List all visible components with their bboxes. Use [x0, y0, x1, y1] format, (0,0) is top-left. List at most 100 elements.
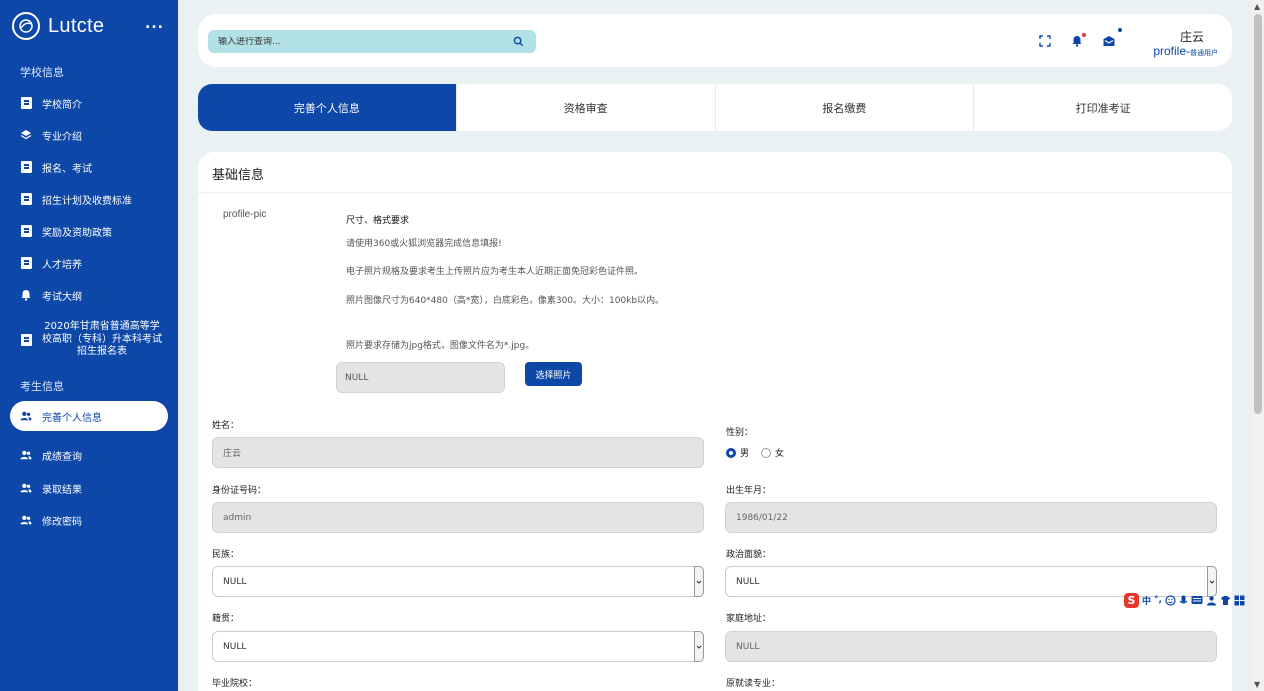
sogou-logo-icon[interactable]: S	[1124, 593, 1139, 608]
page-scrollbar[interactable]: ▲ ▼	[1252, 0, 1264, 691]
brand[interactable]: Lutcte	[12, 12, 104, 40]
scroll-down-icon[interactable]: ▼	[1254, 680, 1260, 689]
birth-date-label: 出生年月：	[726, 483, 771, 496]
sidebar-item-exam-outline[interactable]: 考试大纲	[10, 280, 168, 310]
home-address-label: 家庭地址：	[726, 611, 771, 624]
chevron-down-icon[interactable]	[694, 566, 704, 597]
users-icon	[20, 410, 32, 422]
gender-male-label: 男	[740, 446, 749, 459]
mail-dot	[1118, 28, 1122, 32]
search-input[interactable]	[218, 37, 508, 47]
more-menu-icon[interactable]: ...	[145, 16, 164, 32]
sidebar-item-label: 招生计划及收费标准	[42, 192, 132, 207]
birth-date-field[interactable]: 1986/01/22	[725, 502, 1217, 533]
sidebar-item-score-query[interactable]: 成绩查询	[10, 440, 168, 470]
gender-female-label: 女	[775, 446, 784, 459]
sidebar-item-talent-training[interactable]: 人才培养	[10, 248, 168, 278]
requirement-line: 照片图像尺寸为640*480（高*宽），白底彩色，像素300。大小：100kb以…	[346, 293, 676, 310]
emoji-icon[interactable]	[1165, 595, 1176, 606]
graduate-school-label: 毕业院校：	[212, 676, 257, 689]
requirement-line: 请使用360或火狐浏览器完成信息填报!	[346, 236, 686, 253]
native-place-select[interactable]: NULL	[212, 631, 704, 662]
tab-qualification-review[interactable]: 资格审查	[457, 84, 716, 131]
layers-icon	[20, 129, 32, 141]
card-title: 基础信息	[212, 164, 264, 183]
original-major-label: 原就读专业：	[726, 676, 780, 689]
sidebar-item-label: 人才培养	[42, 256, 82, 271]
political-status-value: NULL	[736, 577, 759, 587]
bell-icon	[20, 289, 32, 301]
sidebar-item-enrollment-plan[interactable]: 招生计划及收费标准	[10, 184, 168, 214]
microphone-icon[interactable]	[1179, 595, 1188, 606]
gender-female-radio[interactable]	[761, 448, 771, 458]
id-number-field[interactable]: admin	[212, 502, 704, 533]
ime-toolbar[interactable]: S 中 °,	[1124, 592, 1264, 608]
home-address-field[interactable]: NULL	[725, 631, 1217, 662]
sidebar-item-label: 修改密码	[42, 513, 82, 528]
sidebar-item-scholarship[interactable]: 奖励及资助政策	[10, 216, 168, 246]
search-icon[interactable]	[513, 36, 524, 47]
ime-punctuation[interactable]: °,	[1154, 595, 1162, 605]
ethnicity-value: NULL	[223, 577, 246, 587]
ethnicity-select[interactable]: NULL	[212, 566, 704, 597]
sidebar-item-label: 完善个人信息	[42, 409, 102, 424]
sidebar-item-label: 专业介绍	[42, 128, 82, 143]
gender-male-radio[interactable]	[726, 448, 736, 458]
sidebar-item-label: 录取结果	[42, 481, 82, 496]
chevron-down-icon[interactable]	[694, 631, 704, 662]
basic-info-card: 基础信息 profile-pic 尺寸、格式要求 请使用360或火狐浏览器完成信…	[198, 152, 1232, 691]
gender-radio-group: 男 女	[726, 446, 796, 459]
name-label: 姓名：	[212, 418, 239, 431]
tab-complete-info[interactable]: 完善个人信息	[198, 84, 457, 131]
fullscreen-icon[interactable]	[1038, 34, 1052, 48]
brand-logo-icon	[12, 12, 40, 40]
political-status-label: 政治面貌：	[726, 547, 771, 560]
user-role-label: 普通用户	[1190, 49, 1218, 57]
user-icon[interactable]	[1206, 595, 1217, 606]
native-place-label: 籍贯：	[212, 611, 239, 624]
sidebar-item-label: 奖励及资助政策	[42, 224, 112, 239]
sidebar-item-school-intro[interactable]: 学校简介	[10, 88, 168, 118]
gender-label: 性别：	[726, 425, 753, 438]
name-field[interactable]: 庄云	[212, 437, 704, 468]
tab-print-admission-ticket[interactable]: 打印准考证	[974, 84, 1232, 131]
user-name[interactable]: 庄云	[1180, 28, 1204, 45]
sidebar-item-admission-result[interactable]: 录取结果	[10, 473, 168, 503]
sidebar-item-registration-exam[interactable]: 报名、考试	[10, 152, 168, 182]
search-box	[208, 30, 536, 53]
user-role-prefix: profile-	[1153, 44, 1190, 58]
profile-pic: profile-pic	[223, 209, 266, 220]
requirement-line: 照片要求存储为jpg格式，图像文件名为*.jpg。	[346, 338, 686, 355]
ethnicity-label: 民族：	[212, 547, 239, 560]
toolbox-icon[interactable]	[1234, 595, 1245, 606]
document-icon	[20, 257, 32, 269]
scroll-thumb[interactable]	[1254, 14, 1262, 414]
native-place-value: NULL	[223, 642, 246, 652]
keyboard-icon[interactable]	[1191, 595, 1203, 605]
sidebar-item-label: 成绩查询	[42, 448, 82, 463]
document-icon	[20, 161, 32, 173]
sidebar-item-label: 学校简介	[42, 96, 82, 111]
divider	[198, 192, 1232, 193]
brand-name: Lutcte	[48, 15, 104, 38]
users-icon	[20, 482, 32, 494]
skin-icon[interactable]	[1220, 595, 1231, 606]
tab-payment[interactable]: 报名缴费	[716, 84, 975, 131]
sidebar: Lutcte ... 学校信息 学校简介 专业介绍 报名、考试 招生计划及收费标…	[0, 0, 178, 691]
sidebar-item-label: 考试大纲	[42, 288, 82, 303]
sidebar-item-registration-form[interactable]: 2020年甘肃省普通高等学校高职（专科）升本科考试招生报名表	[10, 318, 168, 362]
mail-icon[interactable]	[1102, 34, 1116, 48]
ime-mode[interactable]: 中	[1142, 594, 1151, 607]
choose-photo-button[interactable]: 选择照片	[525, 362, 582, 386]
sidebar-item-complete-info[interactable]: 完善个人信息	[10, 401, 168, 431]
sidebar-item-change-password[interactable]: 修改密码	[10, 505, 168, 535]
section-school-info: 学校信息	[20, 64, 64, 80]
document-icon	[20, 97, 32, 109]
users-icon	[20, 449, 32, 461]
users-icon	[20, 514, 32, 526]
sidebar-item-label: 报名、考试	[42, 160, 92, 175]
scroll-up-icon[interactable]: ▲	[1254, 2, 1260, 11]
sidebar-item-major-intro[interactable]: 专业介绍	[10, 120, 168, 150]
document-icon	[20, 193, 32, 205]
user-role[interactable]: profile-普通用户	[1153, 44, 1218, 58]
